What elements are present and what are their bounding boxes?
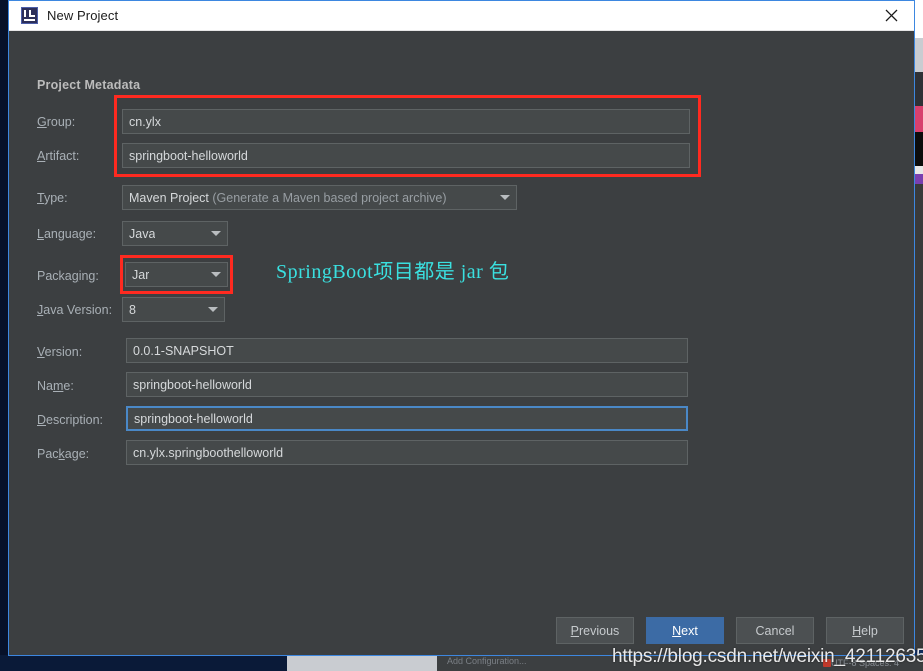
type-dropdown[interactable]: Maven Project (Generate a Maven based pr… bbox=[122, 185, 517, 210]
group-input[interactable]: cn.ylx bbox=[122, 109, 690, 134]
name-label: Name: bbox=[37, 379, 74, 393]
java-version-label: Java Version: bbox=[37, 303, 113, 317]
dialog-content: Project Metadata Group: cn.ylx Artifact:… bbox=[9, 31, 914, 655]
packaging-label: Packaging: bbox=[37, 269, 99, 283]
chevron-down-icon bbox=[500, 195, 510, 200]
section-title: Project Metadata bbox=[37, 78, 141, 92]
watermark: https://blog.csdn.net/weixin_42112635 bbox=[612, 646, 923, 667]
version-label: Version: bbox=[37, 345, 83, 359]
name-input[interactable]: springboot-helloworld bbox=[126, 372, 688, 397]
artifact-label: Artifact: bbox=[37, 149, 80, 163]
new-project-dialog: New Project Project Metadata Group: cn.y… bbox=[8, 0, 915, 656]
previous-button[interactable]: Previous bbox=[556, 617, 634, 644]
close-icon bbox=[885, 9, 897, 21]
annotation-note: SpringBoot项目都是 jar 包 bbox=[276, 261, 510, 283]
help-button[interactable]: Help bbox=[826, 617, 904, 644]
packaging-dropdown[interactable]: Jar bbox=[125, 262, 228, 287]
java-version-dropdown[interactable]: 8 bbox=[122, 297, 225, 322]
package-label: Package: bbox=[37, 447, 90, 461]
dialog-title: New Project bbox=[47, 8, 119, 23]
group-label: Group: bbox=[37, 115, 76, 129]
java-version-value: 8 bbox=[129, 302, 136, 317]
description-input[interactable]: springboot-helloworld bbox=[126, 406, 688, 431]
package-input[interactable]: cn.ylx.springboothelloworld bbox=[126, 440, 688, 465]
artifact-input[interactable]: springboot-helloworld bbox=[122, 143, 690, 168]
dialog-titlebar: New Project bbox=[9, 1, 914, 31]
ide-hint-left: Add Configuration... bbox=[447, 656, 527, 666]
chevron-down-icon bbox=[208, 307, 218, 312]
packaging-value: Jar bbox=[132, 267, 150, 282]
chevron-down-icon bbox=[211, 272, 221, 277]
type-value: Maven Project (Generate a Maven based pr… bbox=[129, 190, 447, 205]
cancel-button[interactable]: Cancel bbox=[736, 617, 814, 644]
dialog-button-bar: Previous Next Cancel Help bbox=[9, 617, 914, 647]
intellij-idea-logo-icon bbox=[21, 7, 38, 24]
version-input[interactable]: 0.0.1-SNAPSHOT bbox=[126, 338, 688, 363]
language-value: Java bbox=[129, 226, 156, 241]
language-dropdown[interactable]: Java bbox=[122, 221, 228, 246]
language-label: Language: bbox=[37, 227, 97, 241]
type-label: Type: bbox=[37, 191, 68, 205]
description-label: Description: bbox=[37, 413, 104, 427]
next-button[interactable]: Next bbox=[646, 617, 724, 644]
close-button[interactable] bbox=[868, 1, 914, 29]
chevron-down-icon bbox=[211, 231, 221, 236]
screen: Add Configuration... UTF-8 Spaces: 4 New… bbox=[0, 0, 923, 671]
background-window-strip bbox=[287, 655, 437, 671]
